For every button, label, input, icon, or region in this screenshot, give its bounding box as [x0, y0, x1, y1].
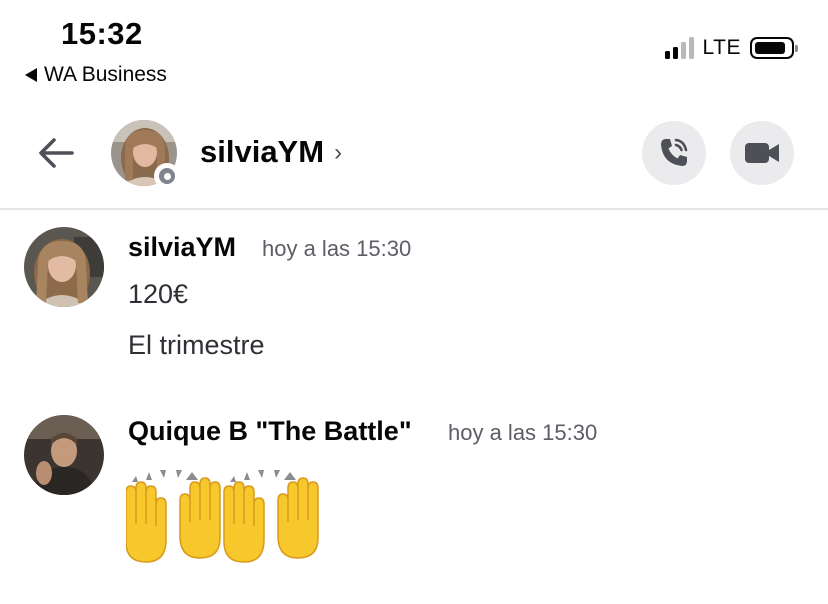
message-author-name[interactable]: silviaYM [128, 232, 236, 263]
video-call-button[interactable] [730, 121, 794, 185]
status-time: 15:32 [61, 16, 143, 51]
video-camera-icon [745, 143, 779, 163]
message-timestamp: hoy a las 15:30 [262, 236, 412, 261]
message-text: El trimestre [128, 330, 265, 360]
arrow-left-icon [39, 138, 74, 168]
message-author-avatar[interactable] [24, 415, 104, 495]
battery-icon [750, 37, 798, 59]
presence-status-icon [154, 163, 180, 189]
avatar-image [24, 415, 104, 495]
network-type: LTE [702, 36, 741, 59]
emoji-reaction-row [126, 466, 326, 566]
chevron-right-icon: › [334, 139, 343, 166]
battery-fill [755, 42, 785, 54]
status-indicators: LTE [664, 36, 798, 60]
avatar-image [24, 227, 104, 307]
message-author-avatar[interactable] [24, 227, 104, 307]
voice-call-button[interactable] [642, 121, 706, 185]
back-to-app-label: WA Business [44, 63, 167, 86]
header-avatar[interactable] [111, 120, 180, 189]
phone-call-icon [661, 138, 688, 166]
back-arrow-button[interactable] [36, 133, 76, 173]
message-author-name[interactable]: Quique B "The Battle" [128, 416, 412, 447]
message-timestamp: hoy a las 15:30 [448, 420, 598, 445]
header-divider [0, 208, 828, 210]
back-triangle-icon [25, 68, 37, 82]
channel-name: silviaYM [200, 134, 325, 169]
message-text: 120€ [128, 279, 189, 309]
channel-title[interactable]: silviaYM › [200, 134, 342, 170]
back-to-app-link[interactable]: WA Business [25, 63, 167, 87]
raising-hands-icon [126, 466, 326, 566]
cellular-signal-icon [664, 37, 694, 59]
